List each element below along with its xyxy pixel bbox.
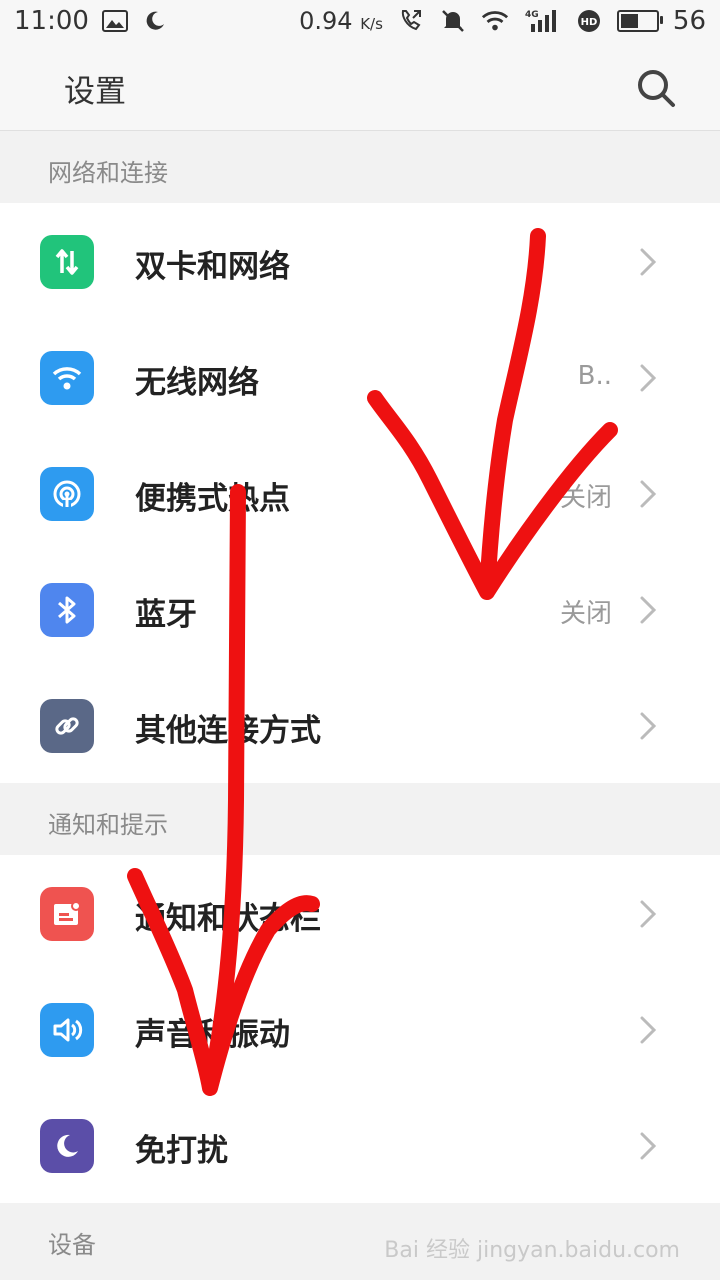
wifi-status-icon bbox=[481, 7, 509, 35]
row-value: B.. bbox=[577, 361, 612, 391]
signal-icon: 4G bbox=[523, 7, 561, 35]
group-notifications: 通知和状态栏 声音和振动 免打扰 bbox=[0, 855, 720, 1203]
row-label: 免打扰 bbox=[135, 1133, 228, 1169]
chevron-right-icon bbox=[640, 1016, 657, 1044]
row-dual-sim[interactable]: 双卡和网络 bbox=[0, 203, 720, 319]
sim-network-icon bbox=[40, 235, 94, 289]
chevron-right-icon bbox=[640, 1132, 657, 1160]
watermark: Bai 经验 jingyan.baidu.com bbox=[384, 1238, 680, 1263]
row-other-connections[interactable]: 其他连接方式 bbox=[0, 667, 720, 783]
notification-icon bbox=[40, 887, 94, 941]
search-icon bbox=[638, 70, 675, 107]
section-header-notifications: 通知和提示 bbox=[0, 783, 720, 855]
section-title: 网络和连接 bbox=[48, 159, 168, 187]
hotspot-icon bbox=[40, 467, 94, 521]
wifi-icon bbox=[40, 351, 94, 405]
section-title: 通知和提示 bbox=[48, 811, 168, 839]
row-bluetooth[interactable]: 蓝牙 关闭 bbox=[0, 551, 720, 667]
row-notification-statusbar[interactable]: 通知和状态栏 bbox=[0, 855, 720, 971]
row-label: 无线网络 bbox=[135, 365, 259, 401]
row-label: 便携式热点 bbox=[135, 481, 290, 517]
bluetooth-icon bbox=[40, 583, 94, 637]
moon-status-icon bbox=[141, 7, 169, 35]
section-title: 设备 bbox=[48, 1231, 96, 1259]
battery-fill bbox=[620, 14, 638, 28]
search-button[interactable] bbox=[634, 66, 678, 110]
row-value: 关闭 bbox=[559, 599, 612, 629]
hd-icon: HD bbox=[575, 7, 603, 35]
call-forward-icon bbox=[397, 7, 425, 35]
row-value: 关闭 bbox=[559, 483, 612, 513]
row-wifi[interactable]: 无线网络 B.. bbox=[0, 319, 720, 435]
sound-icon bbox=[40, 1003, 94, 1057]
status-time: 11:00 bbox=[14, 6, 89, 36]
svg-text:4G: 4G bbox=[525, 10, 539, 20]
speed-unit: K/s bbox=[360, 15, 383, 33]
battery-percent: 56 bbox=[672, 6, 706, 36]
link-icon bbox=[40, 699, 94, 753]
row-hotspot[interactable]: 便携式热点 关闭 bbox=[0, 435, 720, 551]
chevron-right-icon bbox=[640, 248, 657, 276]
chevron-right-icon bbox=[640, 480, 657, 508]
chevron-right-icon bbox=[640, 900, 657, 928]
chevron-right-icon bbox=[640, 596, 657, 624]
svg-text:HD: HD bbox=[581, 17, 598, 28]
row-do-not-disturb[interactable]: 免打扰 bbox=[0, 1087, 720, 1203]
row-label: 通知和状态栏 bbox=[135, 901, 321, 937]
moon-icon bbox=[40, 1119, 94, 1173]
mute-bell-icon bbox=[439, 7, 467, 35]
network-speed: 0.94 K/s bbox=[299, 7, 383, 35]
row-label: 双卡和网络 bbox=[135, 249, 290, 285]
row-label: 声音和振动 bbox=[135, 1017, 290, 1053]
row-label: 蓝牙 bbox=[135, 597, 197, 633]
status-bar: 11:00 0.94 K/s 4G HD 56 bbox=[0, 0, 720, 46]
chevron-right-icon bbox=[640, 364, 657, 392]
group-network: 双卡和网络 无线网络 B.. 便携式热点 关闭 蓝牙 关闭 其他连接方式 bbox=[0, 203, 720, 783]
chevron-right-icon bbox=[640, 712, 657, 740]
app-header: 设置 bbox=[0, 46, 720, 131]
page-title: 设置 bbox=[64, 74, 126, 110]
row-sound-vibration[interactable]: 声音和振动 bbox=[0, 971, 720, 1087]
section-header-network: 网络和连接 bbox=[0, 131, 720, 203]
row-label: 其他连接方式 bbox=[135, 713, 321, 749]
battery-icon bbox=[616, 10, 663, 32]
image-icon bbox=[101, 7, 129, 35]
